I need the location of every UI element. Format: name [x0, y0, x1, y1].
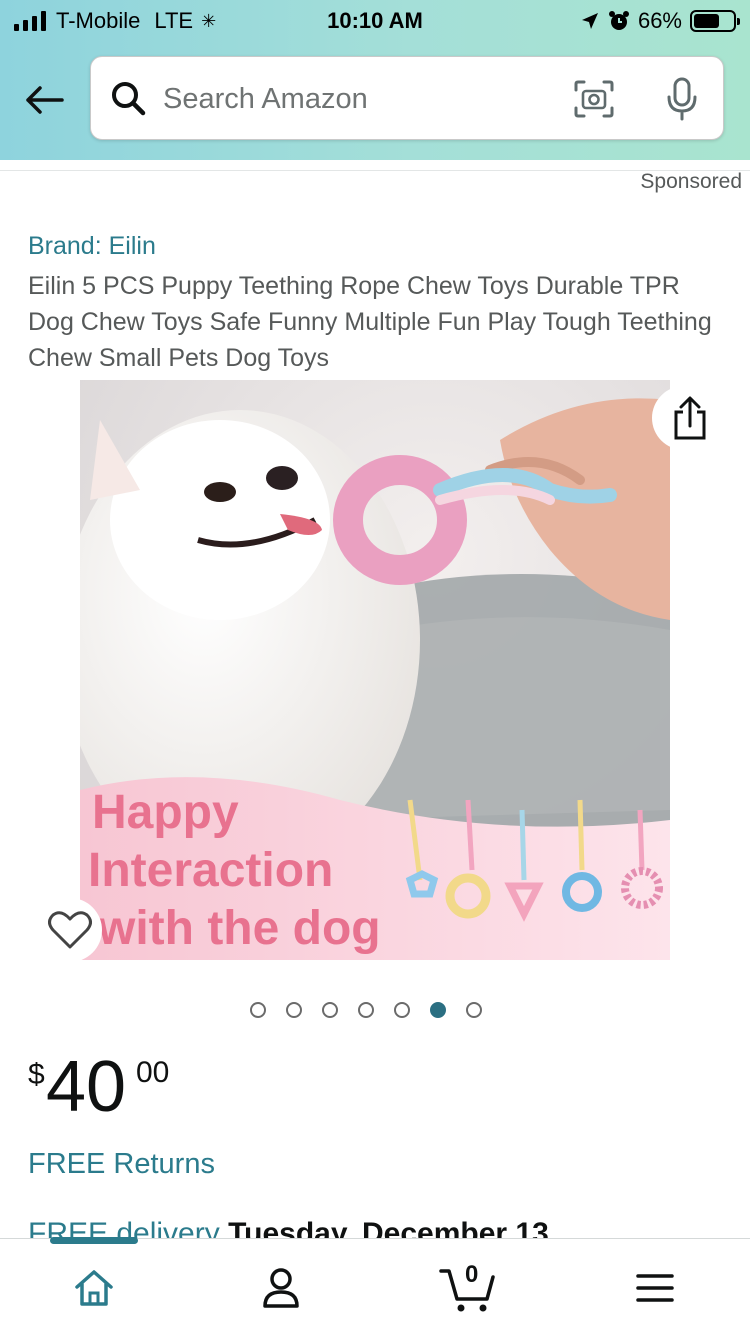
active-tab-indicator — [50, 1237, 138, 1244]
brand-link[interactable]: Brand: Eilin — [28, 232, 156, 261]
battery-icon — [690, 10, 740, 32]
status-right: 66% — [580, 6, 740, 36]
search-input[interactable] — [163, 73, 523, 125]
menu-icon — [636, 1274, 674, 1302]
caption-line-2: Interaction — [88, 844, 333, 897]
carousel-dot[interactable] — [358, 1002, 374, 1018]
carousel-dot[interactable] — [250, 1002, 266, 1018]
header-divider — [0, 160, 750, 171]
price-fraction: 00 — [136, 1056, 170, 1089]
account-icon — [263, 1268, 299, 1308]
status-bar: T-Mobile LTE ✳ 10:10 AM 66% — [0, 0, 750, 42]
carousel-dot[interactable] — [466, 1002, 482, 1018]
tab-cart[interactable]: 0 — [433, 1253, 503, 1323]
location-arrow-icon — [581, 13, 598, 29]
carousel-dot[interactable] — [286, 1002, 302, 1018]
delivery-prefix[interactable]: FREE delivery — [28, 1217, 228, 1238]
microphone-icon[interactable] — [665, 77, 699, 121]
tab-menu[interactable] — [620, 1253, 690, 1323]
tab-home[interactable] — [59, 1253, 129, 1323]
battery-fill — [694, 14, 719, 28]
delivery-date: Tuesday, December 13 — [228, 1217, 549, 1238]
price-symbol: $ — [28, 1058, 45, 1091]
share-icon — [674, 396, 706, 440]
sponsored-label: Sponsored — [640, 170, 742, 193]
bottom-tab-bar: 0 — [0, 1237, 750, 1335]
product-title: Eilin 5 PCS Puppy Teething Rope Chew Toy… — [28, 272, 712, 372]
caption-line-3: with the dog — [97, 902, 381, 955]
top-header: T-Mobile LTE ✳ 10:10 AM 66% — [0, 0, 750, 160]
product-photo: Happy Interaction with the dog — [80, 380, 670, 960]
search-bar[interactable] — [90, 56, 724, 140]
carousel-dot[interactable] — [430, 1002, 446, 1018]
tab-account[interactable] — [246, 1253, 316, 1323]
camera-scan-icon[interactable] — [573, 79, 615, 119]
battery-percent: 66% — [637, 8, 682, 33]
product-image[interactable]: Happy Interaction with the dog — [80, 380, 670, 960]
carousel-dot[interactable] — [394, 1002, 410, 1018]
cart-count-badge: 0 — [465, 1261, 479, 1288]
price-whole: 40 — [46, 1047, 127, 1127]
alarm-icon — [608, 11, 629, 30]
back-arrow-icon — [26, 86, 64, 114]
carousel-dot[interactable] — [322, 1002, 338, 1018]
heart-icon — [48, 911, 92, 949]
delivery-info: FREE delivery Tuesday, December 13 — [28, 1216, 748, 1238]
back-button[interactable] — [22, 78, 66, 122]
caption-line-1: Happy — [92, 786, 239, 839]
search-icon — [112, 82, 146, 116]
share-button[interactable] — [652, 386, 728, 450]
free-returns-link[interactable]: FREE Returns — [28, 1148, 215, 1181]
home-icon — [75, 1270, 113, 1306]
image-carousel-dots — [250, 1002, 482, 1018]
wishlist-button[interactable] — [38, 898, 102, 962]
